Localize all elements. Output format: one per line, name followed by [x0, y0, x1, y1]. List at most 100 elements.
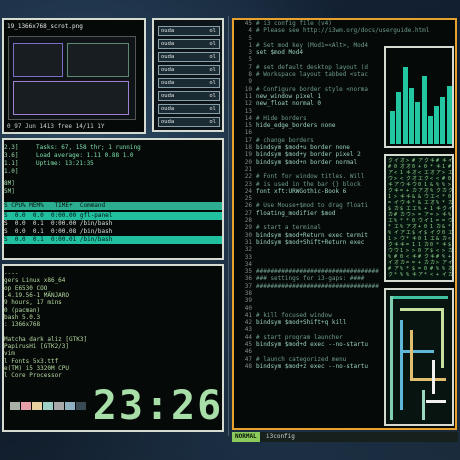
pipe-segment — [410, 378, 446, 381]
window-divider — [228, 16, 229, 436]
neofetch-terminal-window[interactable]: ---- gers Linux x86_64 op E6530 COO_ .4.19.… — [2, 264, 224, 432]
pipe-segment — [390, 296, 393, 420]
thumb-pane — [67, 43, 129, 77]
visualizer-bar — [440, 97, 446, 144]
process-row[interactable]: S 0.0 0.1 0:00.00 /bin/bash — [4, 220, 222, 228]
neofetch-line: op E6530 COO_ — [4, 284, 51, 292]
color-swatch — [10, 402, 20, 410]
code-line[interactable]: # Please see http://i3wm.org/docs/usergu… — [256, 27, 455, 34]
neofetch-line: ---- — [4, 270, 19, 277]
process-row[interactable]: S 0.0 0.0 0:00.00 gfl-panel — [4, 212, 222, 220]
line-number: 21 — [244, 165, 252, 173]
color-swatch — [54, 402, 64, 410]
process-row[interactable]: S 0.0 0.1 0:00.08 /bin/bash — [4, 228, 222, 236]
image-viewer-caption: 0_97 Jun 1413 free 14/11 1Y — [7, 123, 105, 130]
image-viewer-title: 19_1366x768_scrot.png — [7, 23, 83, 30]
cpu-meter: 2.3] — [4, 144, 19, 151]
line-number: 20 — [244, 158, 252, 166]
line-number: 40 — [244, 304, 252, 312]
code-line[interactable]: # i3 config file (v4) — [256, 20, 455, 27]
line-number: 24 — [244, 187, 252, 195]
line-number: 3 — [248, 49, 252, 57]
mixer-channel-label: ouda — [161, 67, 175, 73]
line-number: 35 — [244, 268, 252, 276]
line-number: 14 — [244, 114, 252, 122]
visualizer-bar — [415, 101, 421, 144]
neofetch-line: e(TM) i5 3320M CPU — [4, 364, 70, 372]
mixer-channel-label: ouda — [161, 80, 175, 86]
screenshot-thumbnail — [8, 36, 136, 120]
mixer-channel-label: ouda — [161, 28, 175, 34]
mixer-channel-label: ouda — [161, 119, 175, 125]
audio-mixer-window[interactable]: ouda ol ouda ol ouda ol ouda ol ouda ol ouda ol ouda… — [152, 18, 224, 132]
line-number: 46 — [244, 348, 252, 356]
line-number: 34 — [244, 260, 252, 268]
line-number: 29 — [244, 224, 252, 232]
mixer-channel-label: ouda — [161, 41, 175, 47]
neofetch-line: 9 hours, 17 mins — [4, 299, 62, 307]
mixer-channel[interactable]: ouda ol — [158, 91, 220, 101]
color-swatch — [76, 402, 86, 410]
line-number: 25 — [244, 195, 252, 203]
line-number: 27 — [244, 209, 252, 217]
cpu-meter: 1.1] — [4, 160, 19, 167]
image-viewer-window[interactable]: 19_1366x768_scrot.png 0_97 Jun 1413 free… — [2, 18, 146, 134]
mixer-channel[interactable]: ouda ol — [158, 52, 220, 62]
bar-visualizer-window[interactable] — [384, 46, 454, 148]
visualizer-bar — [402, 66, 408, 144]
pipe-segment — [400, 320, 403, 410]
mixer-channel[interactable]: ouda ol — [158, 39, 220, 49]
process-table-header[interactable]: S CPU% MEM% TIME+ Command — [4, 202, 222, 210]
neofetch-line: : 1366x768 — [4, 321, 41, 329]
color-swatch — [21, 402, 31, 410]
cpu-meter: 3.6] — [4, 152, 19, 159]
line-number: 42 — [244, 319, 252, 327]
line-number: 13 — [244, 107, 252, 115]
mixer-channel[interactable]: ouda ol — [158, 78, 220, 88]
line-number: 45 — [244, 20, 252, 27]
line-number-gutter: 45 4 5 1 3 5 7 8 9 10 11 12 13 14 15 16 17 18 19 20 21 22 23 24… — [234, 20, 252, 370]
pipes-screensaver-window[interactable] — [384, 288, 454, 426]
pipe-segment — [441, 308, 444, 368]
line-number: 28 — [244, 217, 252, 225]
pipe-segment — [410, 330, 413, 380]
line-number: 7 — [248, 63, 252, 71]
mixer-channel[interactable]: ouda ol — [158, 117, 220, 127]
line-number: 11 — [244, 92, 252, 100]
pipe-segment — [432, 360, 435, 394]
mixer-channel-value: ol — [209, 93, 216, 99]
neofetch-line: l Fonts 5x3.ttf — [4, 357, 59, 365]
process-row[interactable]: S 0.0 0.1 0:00.01 /bin/bash — [4, 236, 222, 244]
line-number: 41 — [244, 311, 252, 319]
mixer-channel-label: ouda — [161, 93, 175, 99]
mixer-channel[interactable]: ouda ol — [158, 65, 220, 75]
line-number: 36 — [244, 275, 252, 283]
mixer-channel[interactable]: ouda ol — [158, 26, 220, 36]
line-number: 48 — [244, 362, 252, 370]
visualizer-bar — [427, 115, 433, 144]
mixer-channel-value: ol — [209, 119, 216, 125]
mixer-channel[interactable]: ouda ol — [158, 104, 220, 114]
color-swatch — [32, 402, 42, 410]
code-line[interactable] — [256, 35, 455, 42]
neofetch-line: 0 (pacman) — [4, 306, 41, 314]
line-number: 16 — [244, 129, 252, 137]
mixer-channel-value: ol — [209, 67, 216, 73]
color-swatch — [65, 402, 75, 410]
mixer-channel-label: ouda — [161, 54, 175, 60]
line-number: 26 — [244, 202, 252, 210]
matrix-rain-window[interactable]: ク # ア ウ キ ク 1 = $ カ エ * % 1 ク ウ % イ # ク … — [384, 154, 454, 282]
neofetch-line: gers Linux x86_64 — [4, 277, 66, 285]
thumb-pane — [13, 81, 129, 115]
cpu-meter: 1.0] — [4, 168, 19, 175]
neofetch-line: vim — [4, 350, 15, 358]
line-number: 1 — [248, 41, 252, 49]
line-number: 33 — [244, 253, 252, 261]
neofetch-line: bash 5.0.3 — [4, 313, 41, 321]
neofetch-line: l Core Processor — [4, 372, 62, 380]
pipe-segment — [400, 350, 434, 353]
pipe-segment — [400, 308, 444, 311]
clock-display: 23:26 — [92, 383, 224, 429]
htop-window[interactable]: 2.3] 3.6] 1.1] 1.0] 8M] 5M] Tasks: 67, 1… — [2, 138, 224, 260]
line-number: 30 — [244, 231, 252, 239]
